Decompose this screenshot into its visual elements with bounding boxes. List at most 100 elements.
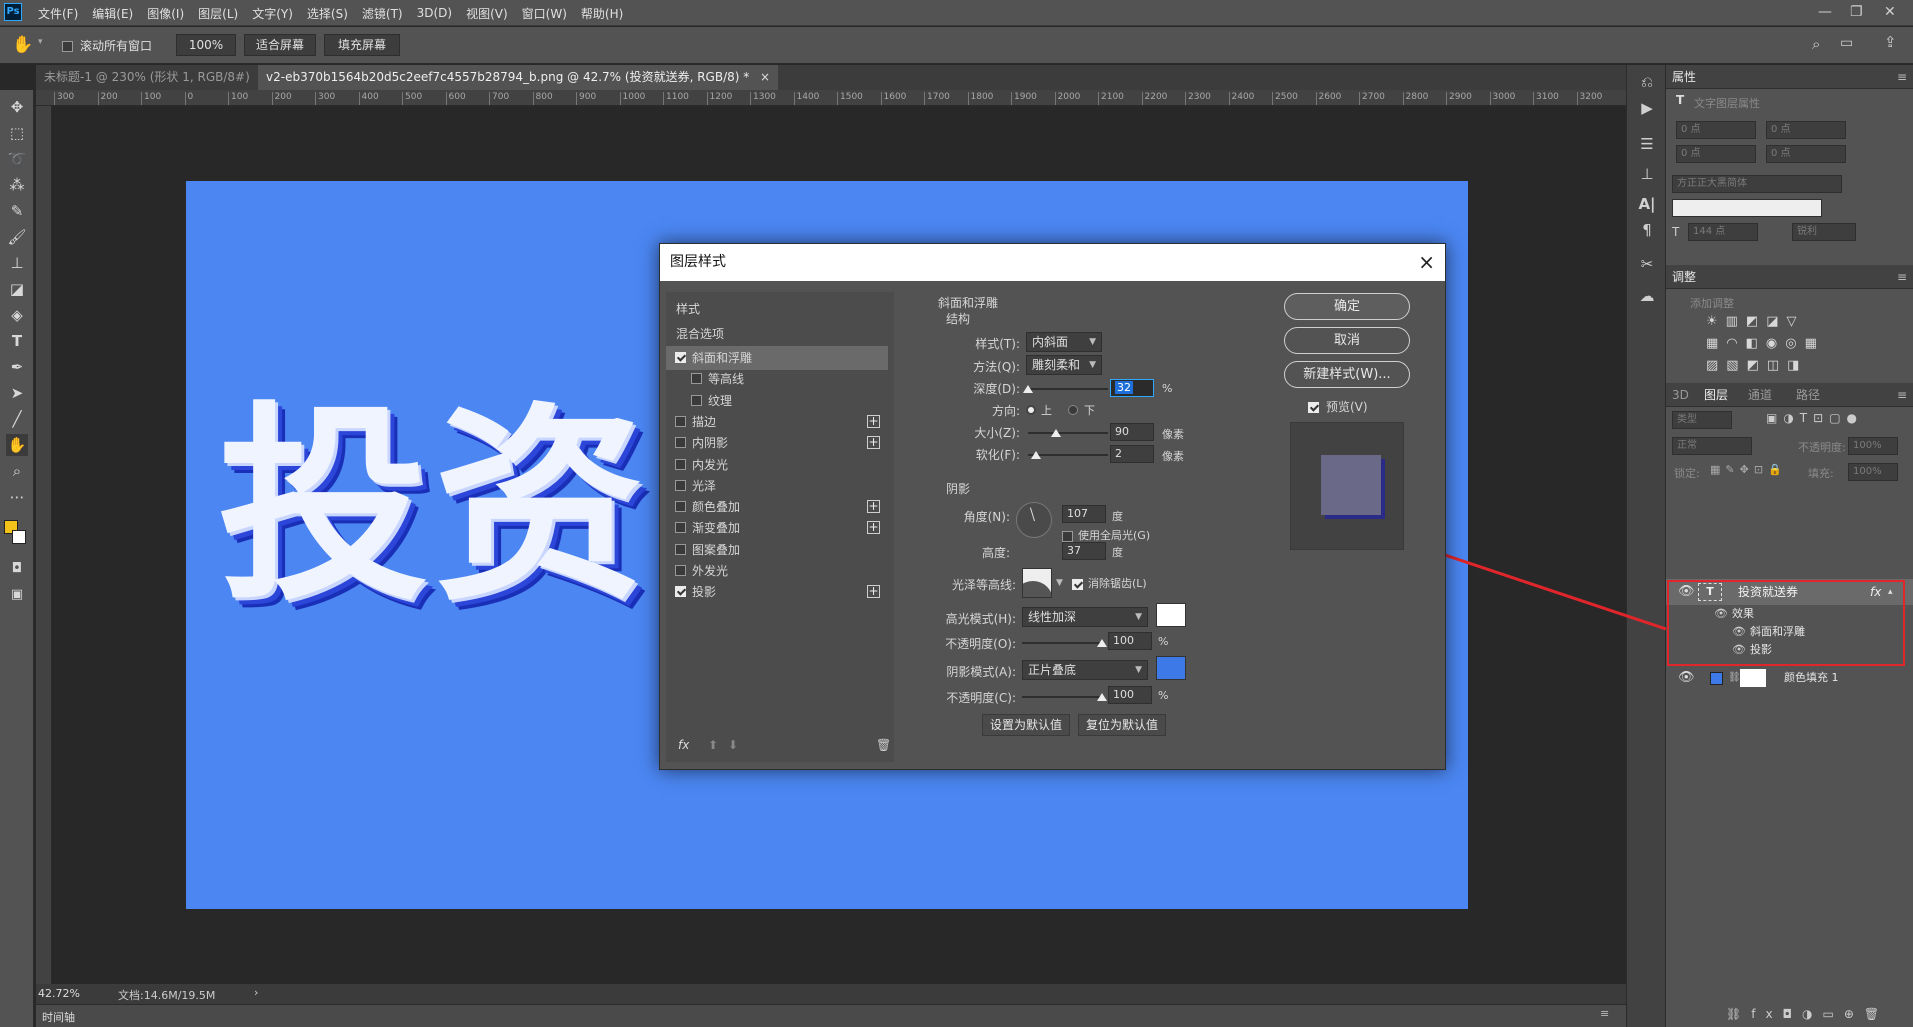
dropdown-arrow-icon: ▼ xyxy=(1135,665,1142,675)
shadow-mode-label: 阴影模式(A): xyxy=(946,665,1016,679)
contour-dropdown-arrow-icon[interactable]: ▼ xyxy=(1056,578,1063,588)
make-default-button[interactable]: 设置为默认值 xyxy=(982,714,1070,736)
global-light-label: 使用全局光(G) xyxy=(1078,529,1151,542)
shadow-opacity-label: 不透明度(C): xyxy=(946,691,1016,705)
styles-header[interactable]: 样式 xyxy=(676,300,700,317)
altitude-label: 高度: xyxy=(981,546,1010,560)
fx-menu-icon[interactable]: fx xyxy=(678,738,689,752)
add-style-instance-icon[interactable]: + xyxy=(867,500,880,514)
soften-label: 软化(F): xyxy=(975,448,1020,462)
shading-title: 阴影 xyxy=(946,482,971,496)
depth-input[interactable]: 32 xyxy=(1110,379,1154,397)
shadow-opacity-input[interactable]: 100 xyxy=(1108,686,1152,704)
size-label: 大小(Z): xyxy=(974,426,1020,440)
size-input[interactable]: 90 xyxy=(1110,423,1154,441)
style-checkbox[interactable] xyxy=(691,394,702,406)
preview-checkbox[interactable] xyxy=(1308,400,1319,414)
highlight-opacity-unit: % xyxy=(1158,635,1169,648)
dialog-close-icon[interactable]: × xyxy=(1418,250,1435,274)
reset-default-button[interactable]: 复位为默认值 xyxy=(1078,714,1166,736)
ok-button[interactable]: 确定 xyxy=(1284,293,1410,320)
angle-unit: 度 xyxy=(1112,510,1123,523)
style-preview-box xyxy=(1290,422,1404,550)
direction-down-label: 下 xyxy=(1084,404,1095,417)
depth-slider-track[interactable] xyxy=(1028,388,1108,390)
gloss-contour-label: 光泽等高线: xyxy=(951,578,1016,592)
bevel-style-value: 内斜面 xyxy=(1032,335,1069,349)
gloss-contour-preview[interactable] xyxy=(1022,568,1052,598)
direction-up-radio[interactable] xyxy=(1026,405,1036,415)
global-light-checkbox[interactable] xyxy=(1062,529,1073,543)
shadow-mode-select[interactable]: 正片叠底 ▼ xyxy=(1022,660,1148,680)
add-style-instance-icon[interactable]: + xyxy=(867,414,880,428)
highlight-opacity-input[interactable]: 100 xyxy=(1108,632,1152,650)
shadow-mode-value: 正片叠底 xyxy=(1028,663,1077,677)
add-style-instance-icon[interactable]: + xyxy=(867,436,880,450)
delete-effect-icon[interactable]: 🗑 xyxy=(876,738,891,752)
technique-label: 方法(Q): xyxy=(973,360,1020,374)
cancel-button[interactable]: 取消 xyxy=(1284,327,1410,354)
altitude-input[interactable]: 37 xyxy=(1062,542,1106,560)
style-checkbox[interactable] xyxy=(675,565,686,576)
size-unit: 像素 xyxy=(1162,428,1184,441)
dialog-titlebar: 图层样式 xyxy=(660,244,1445,281)
style-checkbox[interactable] xyxy=(691,373,702,385)
move-up-icon[interactable]: ⬆ xyxy=(708,738,718,752)
depth-unit: % xyxy=(1162,382,1173,395)
style-checkbox[interactable] xyxy=(675,415,686,427)
antialias-checkbox[interactable] xyxy=(1072,577,1083,591)
shadow-opacity-track[interactable] xyxy=(1022,696,1102,698)
structure-title: 结构 xyxy=(946,312,971,326)
bevel-style-select[interactable]: 内斜面 ▼ xyxy=(1026,332,1102,352)
style-checkbox[interactable] xyxy=(675,586,686,598)
angle-dial[interactable] xyxy=(1016,502,1052,538)
highlight-color-swatch[interactable] xyxy=(1156,603,1186,627)
technique-value: 雕刻柔和 xyxy=(1032,358,1081,372)
highlight-opacity-label: 不透明度(O): xyxy=(945,637,1016,651)
size-slider-track[interactable] xyxy=(1028,432,1108,434)
technique-select[interactable]: 雕刻柔和 ▼ xyxy=(1026,355,1102,375)
depth-label: 深度(D): xyxy=(973,382,1020,396)
highlight-mode-label: 高光模式(H): xyxy=(945,612,1016,626)
style-checkbox[interactable] xyxy=(675,437,686,449)
section-title: 斜面和浮雕 xyxy=(938,296,999,310)
style-checkbox[interactable] xyxy=(675,479,686,491)
highlight-opacity-thumb[interactable] xyxy=(1097,639,1107,647)
soften-input[interactable]: 2 xyxy=(1110,445,1154,463)
move-down-icon[interactable]: ⬇ xyxy=(728,738,738,752)
add-style-instance-icon[interactable]: + xyxy=(867,585,880,599)
antialias-label: 消除锯齿(L) xyxy=(1088,577,1147,590)
dropdown-arrow-icon: ▼ xyxy=(1089,337,1096,347)
highlight-opacity-track[interactable] xyxy=(1022,642,1102,644)
depth-value: 32 xyxy=(1115,381,1133,394)
style-checkbox[interactable] xyxy=(675,522,686,534)
altitude-unit: 度 xyxy=(1112,546,1123,559)
new-style-button[interactable]: 新建样式(W)... xyxy=(1284,361,1410,388)
depth-slider-thumb[interactable] xyxy=(1023,385,1033,393)
style-checkbox[interactable] xyxy=(675,543,686,555)
style-preview-swatch xyxy=(1321,455,1381,515)
soften-slider-thumb[interactable] xyxy=(1031,451,1041,459)
dialog-title: 图层样式 xyxy=(670,254,726,270)
style-checkbox[interactable] xyxy=(675,352,686,363)
angle-dial-needle xyxy=(1029,507,1035,522)
shadow-opacity-unit: % xyxy=(1158,689,1169,702)
highlight-mode-value: 线性加深 xyxy=(1028,610,1077,624)
preview-label: 预览(V) xyxy=(1326,400,1368,414)
direction-down-radio[interactable] xyxy=(1068,405,1078,415)
highlight-mode-select[interactable]: 线性加深 ▼ xyxy=(1022,607,1148,627)
dropdown-arrow-icon: ▼ xyxy=(1089,360,1096,370)
add-style-instance-icon[interactable]: + xyxy=(867,521,880,535)
style-checkbox[interactable] xyxy=(675,501,686,513)
size-slider-thumb[interactable] xyxy=(1051,429,1061,437)
layer-style-dialog: 图层样式 × 样式 混合选项 斜面和浮雕 等高线 纹理 描边 + 内阴影 + 内发光 光泽 颜色叠… xyxy=(659,243,1446,770)
shadow-color-swatch[interactable] xyxy=(1156,656,1186,680)
angle-input[interactable]: 107 xyxy=(1062,505,1106,523)
style-item[interactable]: 投影 + xyxy=(666,580,888,604)
style-label: 样式(T): xyxy=(975,337,1020,351)
blend-options-item[interactable]: 混合选项 xyxy=(676,325,724,342)
shadow-opacity-thumb[interactable] xyxy=(1097,693,1107,701)
style-checkbox[interactable] xyxy=(675,458,686,470)
direction-up-label: 上 xyxy=(1041,404,1052,417)
style-item-label: 投影 xyxy=(692,585,717,600)
